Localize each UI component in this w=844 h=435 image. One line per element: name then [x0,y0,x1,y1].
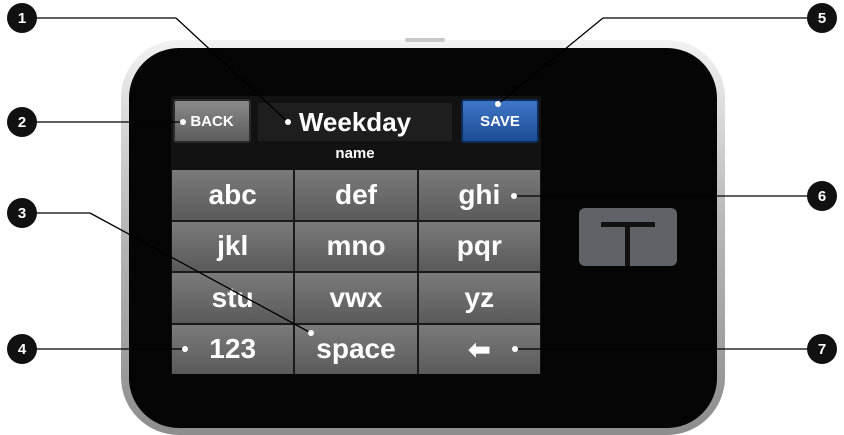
callout-leader-lines [22,17,822,352]
callout-5: 5 [807,3,837,33]
leader-dot-2 [180,119,186,125]
callout-4: 4 [7,334,37,364]
callout-1: 1 [7,3,37,33]
leader-line-1b [175,17,289,123]
leader-dot-6 [511,193,517,199]
callout-6: 6 [807,181,837,211]
leader-dot-5 [495,101,501,107]
leader-dot-4 [182,346,188,352]
callout-7: 7 [807,334,837,364]
leader-line-5b [497,17,604,105]
leader-dot-3 [308,330,314,336]
callout-3: 3 [7,198,37,228]
leader-dot-7 [512,346,518,352]
leader-dot-1 [285,119,291,125]
callout-2: 2 [7,107,37,137]
leader-line-3b [89,212,312,334]
